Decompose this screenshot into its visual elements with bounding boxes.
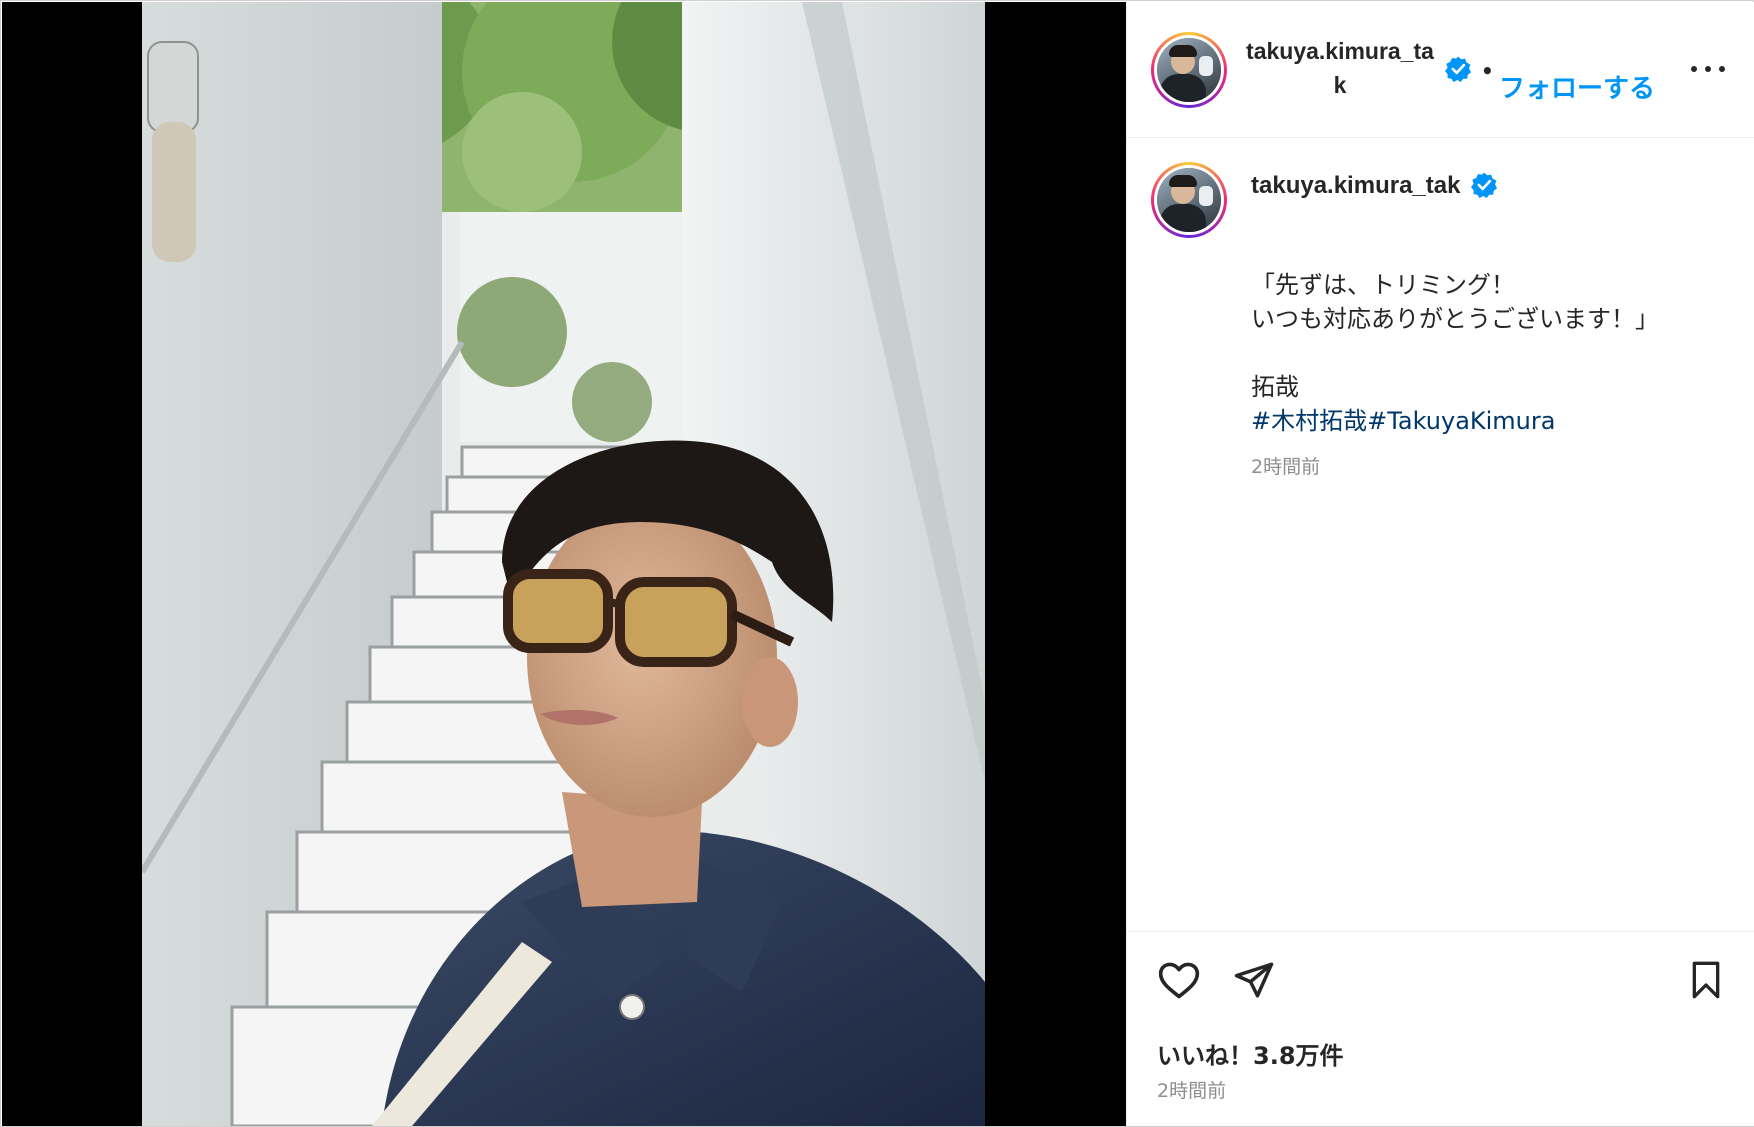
verified-badge-icon [1445, 56, 1471, 82]
heart-icon [1158, 962, 1200, 999]
more-options-icon[interactable] [1685, 54, 1731, 84]
post-side-panel: takuya.kimura_tak • フォローする takuya.kimura… [1126, 2, 1754, 1126]
header-avatar[interactable] [1151, 32, 1227, 108]
post-header: takuya.kimura_tak • フォローする [1127, 2, 1754, 138]
caption-username[interactable]: takuya.kimura_tak [1251, 172, 1460, 200]
caption-hashtags: #木村拓哉#TakuyaKimura [1251, 404, 1731, 438]
header-username[interactable]: takuya.kimura_tak [1243, 34, 1437, 102]
post-dialog: takuya.kimura_tak • フォローする takuya.kimura… [0, 0, 1754, 1127]
caption-line: 「先ずは、トリミング！ [1251, 271, 1515, 299]
hashtag-link[interactable]: #TakuyaKimura [1367, 407, 1555, 435]
post-media[interactable] [2, 2, 1126, 1126]
caption-avatar[interactable] [1151, 162, 1227, 238]
paper-plane-icon [1234, 962, 1274, 998]
post-caption: 「先ずは、トリミング！ いつも対応ありがとうございます！」 拓哉 #木村拓哉#T… [1251, 268, 1731, 438]
bookmark-icon [1692, 961, 1720, 999]
like-button[interactable] [1155, 956, 1203, 1004]
like-count[interactable]: いいね！3.8万件 [1157, 1036, 1344, 1071]
caption-line: 拓哉 [1251, 373, 1299, 401]
post-timestamp[interactable]: 2時間前 [1157, 1076, 1226, 1103]
hashtag-link[interactable]: #木村拓哉 [1251, 407, 1367, 435]
post-actions: いいね！3.8万件 2時間前 [1127, 931, 1754, 1126]
save-button[interactable] [1682, 956, 1730, 1004]
caption-timestamp[interactable]: 2時間前 [1251, 452, 1320, 479]
verified-badge-icon [1471, 172, 1497, 198]
caption-line: いつも対応ありがとうございます！」 [1251, 305, 1659, 333]
post-photo[interactable] [142, 2, 985, 1126]
share-button[interactable] [1230, 956, 1278, 1004]
header-separator: • [1481, 59, 1494, 83]
follow-button[interactable]: フォローする [1499, 68, 1655, 105]
